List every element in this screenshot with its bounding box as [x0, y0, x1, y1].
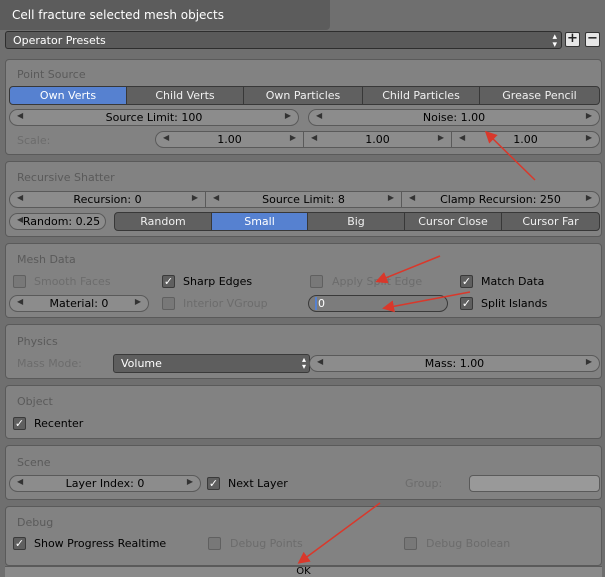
up-down-arrows-icon: ▴ ▾ — [301, 355, 306, 371]
scale-y-value: 1.00 — [365, 133, 390, 146]
option-own-verts[interactable]: Own Verts — [9, 86, 127, 105]
scene-title: Scene — [17, 456, 51, 469]
increment-arrow-icon[interactable]: ▶ — [586, 357, 592, 366]
mass-mode-value: Volume — [121, 357, 162, 370]
increment-arrow-icon[interactable]: ▶ — [388, 193, 394, 202]
increment-arrow-icon[interactable]: ▶ — [586, 193, 592, 202]
scale-x-field[interactable]: ◀ 1.00 ▶ — [155, 131, 304, 148]
source-limit-field[interactable]: ◀ Source Limit: 100 ▶ — [9, 109, 299, 126]
layer-index-value: Layer Index: 0 — [65, 477, 145, 490]
debug-points-checkbox[interactable]: ✓ — [208, 537, 221, 550]
apply-split-edge-label: Apply Split Edge — [332, 275, 423, 288]
ok-label: OK — [296, 566, 311, 577]
show-progress-checkbox[interactable]: ✓ — [13, 537, 26, 550]
option-random[interactable]: Random — [114, 212, 212, 231]
increment-arrow-icon[interactable]: ▶ — [438, 133, 444, 142]
increment-arrow-icon[interactable]: ▶ — [586, 133, 592, 142]
operator-title-bar: Cell fracture selected mesh objects — [0, 0, 330, 30]
layer-index-field[interactable]: ◀ Layer Index: 0 ▶ — [9, 475, 201, 492]
recursion-value: Recursion: 0 — [73, 193, 142, 206]
option-cursor-far[interactable]: Cursor Far — [501, 212, 600, 231]
increment-arrow-icon[interactable]: ▶ — [290, 133, 296, 142]
option-child-verts[interactable]: Child Verts — [126, 86, 244, 105]
group-label: Group: — [405, 477, 443, 490]
scale-x-value: 1.00 — [217, 133, 242, 146]
minus-icon[interactable]: − — [585, 32, 600, 47]
option-big[interactable]: Big — [307, 212, 405, 231]
recursive-source-limit-value: Source Limit: 8 — [262, 193, 345, 206]
interior-vgroup-label: Interior VGroup — [183, 297, 268, 310]
operator-presets-dropdown[interactable]: Operator Presets ▴ ▾ — [5, 31, 562, 50]
debug-boolean-label: Debug Boolean — [426, 537, 511, 550]
increment-arrow-icon[interactable]: ▶ — [135, 297, 141, 306]
apply-split-edge-checkbox[interactable]: ✓ — [310, 275, 323, 288]
next-layer-checkbox[interactable]: ✓ — [207, 477, 220, 490]
debug-boolean-checkbox[interactable]: ✓ — [404, 537, 417, 550]
clamp-recursion-field[interactable]: ◀ Clamp Recursion: 250 ▶ — [401, 191, 600, 208]
group-input[interactable] — [469, 475, 600, 492]
physics-title: Physics — [17, 335, 58, 348]
recursive-source-limit-field[interactable]: ◀ Source Limit: 8 ▶ — [205, 191, 402, 208]
point-source-title: Point Source — [17, 68, 86, 81]
sharp-edges-checkbox[interactable]: ✓ — [162, 275, 175, 288]
interior-vgroup-checkbox[interactable]: ✓ — [162, 297, 175, 310]
debug-title: Debug — [17, 516, 54, 529]
up-down-arrows-icon: ▴ ▾ — [552, 32, 557, 50]
recursion-field[interactable]: ◀ Recursion: 0 ▶ — [9, 191, 206, 208]
match-data-checkbox[interactable]: ✓ — [460, 275, 473, 288]
smooth-faces-label: Smooth Faces — [34, 275, 111, 288]
recenter-checkbox[interactable]: ✓ — [13, 417, 26, 430]
object-title: Object — [17, 395, 53, 408]
scale-z-field[interactable]: ◀ 1.00 ▶ — [451, 131, 600, 148]
increment-arrow-icon[interactable]: ▶ — [586, 111, 592, 120]
option-grease-pencil[interactable]: Grease Pencil — [479, 86, 600, 105]
mesh-data-title: Mesh Data — [17, 253, 76, 266]
scale-label: Scale: — [17, 134, 51, 147]
recursive-shatter-title: Recursive Shatter — [17, 171, 115, 184]
mass-mode-dropdown[interactable]: Volume ▴ ▾ — [113, 354, 310, 373]
random-field[interactable]: ◀ Random: 0.25 — [9, 213, 106, 230]
option-cursor-close[interactable]: Cursor Close — [404, 212, 502, 231]
random-value: Random: 0.25 — [22, 215, 101, 228]
scale-z-value: 1.00 — [513, 133, 538, 146]
material-value: Material: 0 — [49, 297, 109, 310]
option-child-particles[interactable]: Child Particles — [362, 86, 480, 105]
scale-y-field[interactable]: ◀ 1.00 ▶ — [303, 131, 452, 148]
recenter-label: Recenter — [34, 417, 84, 430]
split-value-text: 0 — [315, 297, 447, 310]
noise-field[interactable]: ◀ Noise: 1.00 ▶ — [308, 109, 600, 126]
match-data-label: Match Data — [481, 275, 545, 288]
window-title: Cell fracture selected mesh objects — [12, 8, 224, 22]
debug-points-label: Debug Points — [230, 537, 303, 550]
mass-mode-label: Mass Mode: — [17, 357, 82, 370]
increment-arrow-icon[interactable]: ▶ — [187, 477, 193, 486]
split-islands-checkbox[interactable]: ✓ — [460, 297, 473, 310]
debug-panel: Debug — [5, 506, 602, 566]
smooth-faces-checkbox[interactable]: ✓ — [13, 275, 26, 288]
split-islands-label: Split Islands — [481, 297, 548, 310]
clamp-recursion-value: Clamp Recursion: 250 — [440, 193, 561, 206]
object-panel: Object — [5, 385, 602, 439]
material-field[interactable]: ◀ Material: 0 ▶ — [9, 295, 149, 312]
operator-presets-label: Operator Presets — [13, 34, 106, 47]
option-small[interactable]: Small — [211, 212, 308, 231]
mass-value: Mass: 1.00 — [424, 357, 485, 370]
mass-field[interactable]: ◀ Mass: 1.00 ▶ — [309, 355, 600, 372]
show-progress-label: Show Progress Realtime — [34, 537, 167, 550]
split-value-field[interactable]: 0 — [308, 295, 448, 312]
option-own-particles[interactable]: Own Particles — [243, 86, 363, 105]
increment-arrow-icon[interactable]: ▶ — [285, 111, 291, 120]
plus-icon[interactable]: + — [565, 32, 580, 47]
sharp-edges-label: Sharp Edges — [183, 275, 253, 288]
next-layer-label: Next Layer — [228, 477, 288, 490]
noise-value: Noise: 1.00 — [422, 111, 486, 124]
source-limit-value: Source Limit: 100 — [105, 111, 203, 124]
ok-button[interactable]: OK — [5, 566, 602, 577]
increment-arrow-icon[interactable]: ▶ — [192, 193, 198, 202]
